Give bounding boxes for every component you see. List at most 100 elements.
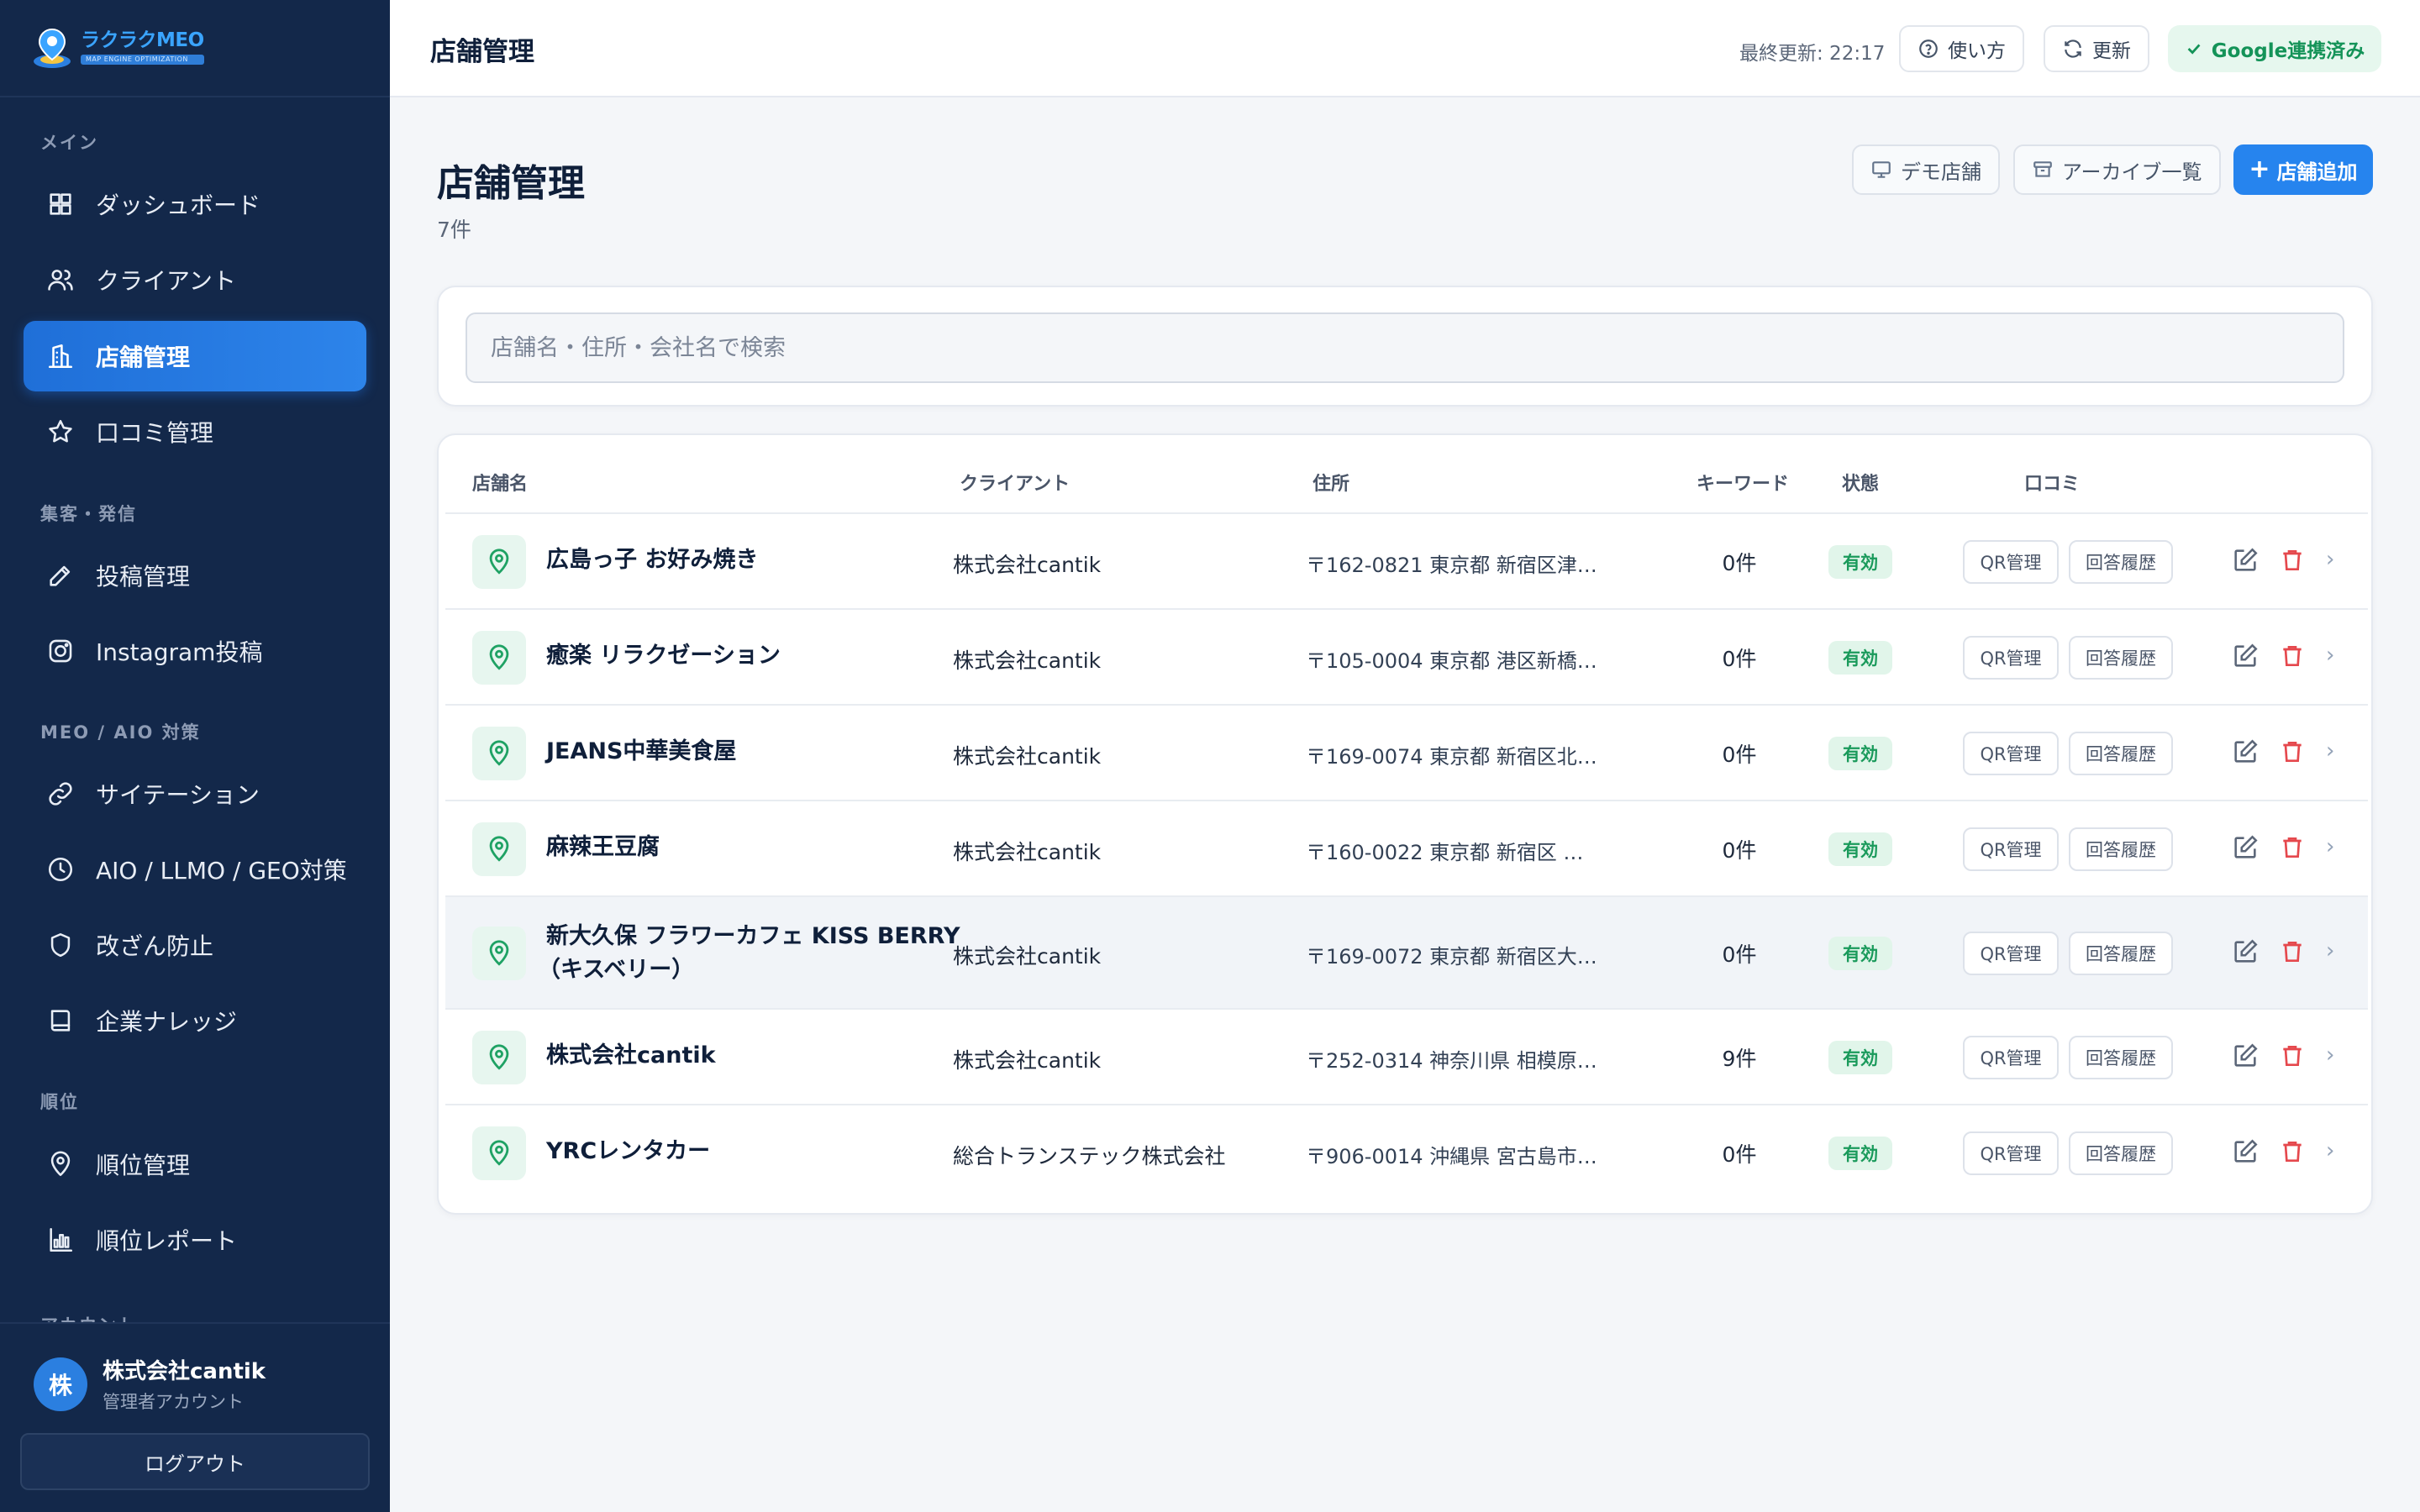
store-address: 〒160-0022 東京都 新宿区 …	[1306, 841, 1584, 864]
col-header-keyword: キーワード	[1696, 474, 1789, 495]
edit-icon[interactable]	[2228, 543, 2262, 577]
refresh-button[interactable]: 更新	[2044, 25, 2149, 72]
user-name: 株式会社cantik	[103, 1359, 266, 1384]
store-name[interactable]: 株式会社cantik	[546, 1039, 716, 1073]
qr-manage-button[interactable]: QR管理	[1963, 932, 2059, 975]
reply-history-button[interactable]: 回答履歴	[2069, 636, 2173, 680]
col-header-status: 状態	[1841, 474, 1879, 495]
reply-history-button[interactable]: 回答履歴	[2069, 827, 2173, 871]
store-name-line-2: （キスベリー）	[538, 957, 695, 983]
chevron-right-icon[interactable]: ›	[2326, 547, 2334, 572]
qr-manage-button[interactable]: QR管理	[1963, 540, 2059, 584]
delete-icon[interactable]	[2275, 639, 2309, 673]
chevron-right-icon[interactable]: ›	[2326, 834, 2334, 859]
chevron-right-icon[interactable]: ›	[2326, 938, 2334, 963]
sidebar-item-label: 順位レポート	[96, 1227, 238, 1255]
reply-history-button[interactable]: 回答履歴	[2069, 1131, 2173, 1175]
table-row[interactable]: YRCレンタカー 総合トランステック株式会社 〒906-0014 沖縄県 宮古島市……	[445, 1104, 2368, 1200]
reply-history-button[interactable]: 回答履歴	[2069, 540, 2173, 584]
keyword-count: 0件	[1722, 838, 1757, 863]
store-address: 〒105-0004 東京都 港区新橋…	[1306, 649, 1597, 673]
delete-icon[interactable]	[2275, 543, 2309, 577]
sidebar-item-bar-chart[interactable]: 順位レポート	[24, 1205, 366, 1275]
avatar: 株	[34, 1357, 87, 1411]
table-row[interactable]: 癒楽 リラクゼーション 株式会社cantik 〒105-0004 東京都 港区新橋……	[445, 608, 2368, 704]
qr-manage-button[interactable]: QR管理	[1963, 827, 2059, 871]
google-connected-badge[interactable]: Google連携済み	[2168, 25, 2381, 72]
delete-icon[interactable]	[2275, 1135, 2309, 1168]
store-name[interactable]: 新大久保 フラワーカフェ KISS BERRY （キスベリー）	[538, 920, 960, 987]
store-name[interactable]: JEANS中華美食屋	[546, 735, 736, 769]
app-logo[interactable]: ラクラクMEO MAP ENGINE OPTIMIZATION	[29, 24, 204, 71]
edit-icon[interactable]	[2228, 935, 2262, 969]
chevron-right-icon[interactable]: ›	[2326, 643, 2334, 668]
table-row[interactable]: 株式会社cantik 株式会社cantik 〒252-0314 神奈川県 相模原… 9…	[445, 1008, 2368, 1104]
sidebar-item-instagram[interactable]: Instagram投稿	[24, 616, 366, 686]
qr-manage-button[interactable]: QR管理	[1963, 636, 2059, 680]
delete-icon[interactable]	[2275, 831, 2309, 864]
add-store-button[interactable]: + 店舗追加	[2233, 144, 2373, 195]
store-client: 株式会社cantik	[953, 944, 1102, 969]
sidebar-item-pen[interactable]: 投稿管理	[24, 540, 366, 611]
archive-list-button[interactable]: アーカイブ一覧	[2013, 144, 2221, 195]
logout-button[interactable]: ログアウト	[20, 1433, 370, 1490]
edit-icon[interactable]	[2228, 1135, 2262, 1168]
table-row[interactable]: JEANS中華美食屋 株式会社cantik 〒169-0074 東京都 新宿区北… 0…	[445, 704, 2368, 800]
reply-history-button[interactable]: 回答履歴	[2069, 732, 2173, 775]
qr-manage-button[interactable]: QR管理	[1963, 732, 2059, 775]
store-name-line: 新大久保 フラワーカフェ KISS BERRY	[546, 923, 960, 949]
pin-icon	[45, 1149, 76, 1179]
status-badge: 有効	[1828, 1041, 1892, 1074]
table-row[interactable]: 麻辣王豆腐 株式会社cantik 〒160-0022 東京都 新宿区 … 0件 有効 QR…	[445, 800, 2368, 895]
store-name-line: JEANS中華美食屋	[546, 738, 737, 764]
store-name[interactable]: 癒楽 リラクゼーション	[546, 639, 781, 673]
reply-history-button[interactable]: 回答履歴	[2069, 932, 2173, 975]
chevron-right-icon[interactable]: ›	[2326, 1042, 2334, 1068]
table-row[interactable]: 広島っ子 お好み焼き 株式会社cantik 〒162-0821 東京都 新宿区津… 0…	[445, 512, 2368, 608]
user-profile[interactable]: 株 株式会社cantik 管理者アカウント	[34, 1354, 266, 1414]
sidebar-item-grid[interactable]: ダッシュボード	[24, 169, 366, 239]
store-count: 7件	[437, 218, 471, 242]
sidebar-item-shield[interactable]: 改ざん防止	[24, 910, 366, 980]
sidebar-item-link[interactable]: サイテーション	[24, 759, 366, 829]
sidebar-item-label: クライアント	[96, 267, 236, 295]
chevron-right-icon[interactable]: ›	[2326, 738, 2334, 764]
qr-manage-button[interactable]: QR管理	[1963, 1131, 2059, 1175]
store-pin-icon	[472, 535, 526, 589]
sidebar-item-label: 改ざん防止	[96, 932, 214, 960]
demo-store-button[interactable]: デモ店舗	[1852, 144, 2000, 195]
sidebar-item-book[interactable]: 企業ナレッジ	[24, 985, 366, 1056]
nav-section-label: MEO / AIO 対策	[40, 722, 201, 743]
delete-icon[interactable]	[2275, 1039, 2309, 1073]
sidebar-item-label: 店舗管理	[96, 344, 191, 371]
store-address: 〒252-0314 神奈川県 相模原…	[1306, 1049, 1597, 1073]
edit-icon[interactable]	[2228, 831, 2262, 864]
help-label: 使い方	[1948, 40, 2006, 62]
sidebar-item-star[interactable]: 口コミ管理	[24, 396, 366, 467]
reply-history-button[interactable]: 回答履歴	[2069, 1036, 2173, 1079]
refresh-icon	[2065, 39, 2081, 58]
store-name[interactable]: 広島っ子 お好み焼き	[546, 543, 758, 577]
edit-icon[interactable]	[2228, 639, 2262, 673]
delete-icon[interactable]	[2275, 935, 2309, 969]
sidebar: ラクラクMEO MAP ENGINE OPTIMIZATION メイン ダッシュボ…	[0, 0, 390, 1512]
store-search-input[interactable]	[466, 312, 2344, 383]
logo-name: ラクラクMEO	[81, 29, 204, 51]
table-row[interactable]: 新大久保 フラワーカフェ KISS BERRY （キスベリー） 株式会社cantik…	[445, 895, 2368, 1008]
sidebar-item-pin[interactable]: 順位管理	[24, 1129, 366, 1200]
sidebar-item-clock[interactable]: AIO / LLMO / GEO対策	[24, 834, 366, 905]
demo-store-label: デモ店舗	[1901, 160, 1981, 184]
edit-icon[interactable]	[2228, 1039, 2262, 1073]
store-name[interactable]: YRCレンタカー	[546, 1135, 710, 1168]
store-name[interactable]: 麻辣王豆腐	[546, 831, 660, 864]
store-client: 株式会社cantik	[953, 840, 1102, 864]
sidebar-item-building[interactable]: 店舗管理	[24, 321, 366, 391]
edit-icon[interactable]	[2228, 735, 2262, 769]
delete-icon[interactable]	[2275, 735, 2309, 769]
building-icon	[45, 341, 76, 371]
chevron-right-icon[interactable]: ›	[2326, 1138, 2334, 1163]
topbar-title: 店舗管理	[430, 37, 534, 67]
qr-manage-button[interactable]: QR管理	[1963, 1036, 2059, 1079]
sidebar-item-users[interactable]: クライアント	[24, 244, 366, 315]
help-button[interactable]: 使い方	[1899, 25, 2024, 72]
